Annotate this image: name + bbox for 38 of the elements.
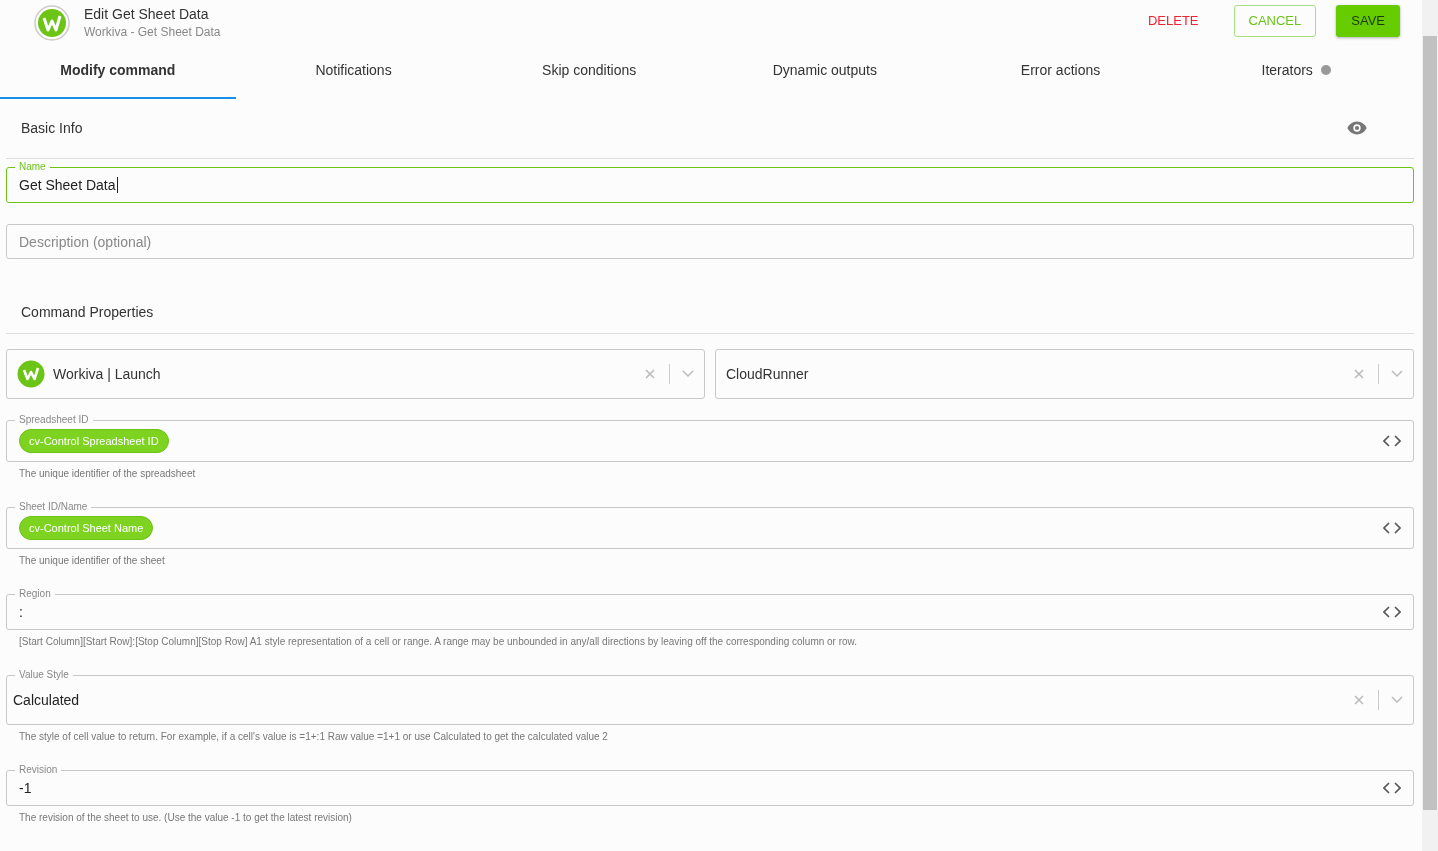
field-hint: The revision of the sheet to use. (Use the value -1 to get the latest revision) [19, 812, 352, 823]
section-title: Basic Info [21, 120, 83, 137]
code-icon[interactable] [1383, 782, 1401, 794]
description-field[interactable]: Description (optional) [6, 224, 1414, 259]
section-title: Command Properties [21, 303, 154, 320]
clear-icon[interactable] [1354, 369, 1364, 379]
field-label: Spreadsheet ID [15, 413, 93, 426]
code-icon[interactable] [1383, 606, 1401, 618]
chevron-down-icon[interactable] [1391, 370, 1403, 378]
tab[interactable]: Iterators [1178, 53, 1415, 99]
code-icon[interactable] [1383, 522, 1401, 534]
clear-icon[interactable] [1354, 695, 1364, 705]
tab[interactable]: Error actions [942, 53, 1179, 99]
workiva-logo-icon [34, 4, 70, 41]
tab[interactable]: Notifications [235, 53, 472, 99]
field-label: Value Style [15, 668, 73, 681]
tab[interactable]: Dynamic outputs [707, 53, 943, 99]
workiva-logo-icon [17, 360, 45, 388]
tab[interactable]: Modify command [0, 53, 236, 99]
connector-select[interactable]: Workiva | Launch [6, 349, 705, 399]
scrollbar[interactable] [1422, 0, 1438, 851]
save-button[interactable]: SAVE [1336, 4, 1400, 37]
page-title: Edit Get Sheet Data [84, 6, 210, 23]
chevron-down-icon[interactable] [1391, 696, 1403, 704]
chevron-down-icon[interactable] [682, 370, 694, 378]
field-label: Region [15, 587, 55, 600]
field-label: Revision [15, 763, 62, 776]
field-hint: The style of cell value to return. For example, if a cell's value is =1+:1 Raw value =1+1 or use Calculated to get the calculated value 2 [19, 731, 608, 742]
delete-button[interactable]: DELETE [1132, 4, 1214, 37]
tab[interactable]: Skip conditions [471, 53, 707, 99]
field-hint: [Start Column][Start Row]:[Stop Column][Stop Row] A1 style representation of a cell or range. A range may be unbounded in any/all directions by leaving off the corresponding column or row. [19, 636, 858, 647]
field-label: Sheet ID/Name [15, 500, 92, 513]
page-subtitle: Workiva - Get Sheet Data [84, 25, 221, 40]
field-hint: The unique identifier of the sheet [19, 555, 165, 566]
code-icon[interactable] [1383, 435, 1401, 447]
clear-icon[interactable] [645, 369, 655, 379]
runner-select[interactable]: CloudRunner [715, 349, 1414, 399]
field-hint: The unique identifier of the spreadsheet [19, 468, 196, 479]
